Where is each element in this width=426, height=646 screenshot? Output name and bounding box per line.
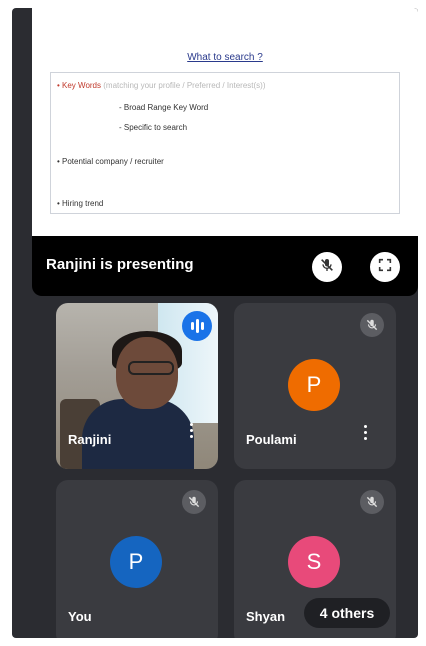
mute-presenter-button[interactable] [312, 252, 342, 282]
participant-tile-you[interactable]: P You [56, 480, 218, 638]
slide-bullet-company: • Potential company / recruiter [57, 157, 164, 166]
participant-name: Poulami [246, 432, 297, 447]
participant-tile-ranjini[interactable]: Ranjini [56, 303, 218, 469]
slide-bullet-hiring: • Hiring trend [57, 199, 104, 208]
participant-tile-poulami[interactable]: P Poulami [234, 303, 396, 469]
avatar: P [110, 536, 162, 588]
others-chip[interactable]: 4 others [304, 598, 390, 628]
mic-off-icon [319, 257, 335, 278]
slide-subbullet-specific: - Specific to search [119, 123, 188, 132]
participant-name: You [68, 609, 92, 624]
video-glasses [128, 361, 174, 375]
participant-name: Shyan [246, 609, 286, 624]
fullscreen-button[interactable] [370, 252, 400, 282]
slide-content-box: • Key Words (matching your profile / Pre… [50, 72, 400, 214]
more-options-icon[interactable] [362, 425, 368, 440]
more-options-icon[interactable] [188, 423, 194, 438]
avatar: P [288, 359, 340, 411]
slide-bullet-keywords: • Key Words (matching your profile / Pre… [57, 81, 266, 90]
participant-name: Ranjini [68, 432, 112, 447]
slide-subbullet-broad: - Broad Range Key Word [119, 103, 209, 112]
slide-title: What to search ? [187, 52, 263, 63]
avatar: S [288, 536, 340, 588]
speaking-indicator-icon [182, 311, 212, 341]
mic-off-icon [360, 313, 384, 337]
fullscreen-icon [377, 257, 393, 278]
presenting-bar: Ranjini is presenting [32, 236, 418, 296]
mic-off-icon [182, 490, 206, 514]
mic-off-icon [360, 490, 384, 514]
shared-slide: What to search ? • Key Words (matching y… [32, 8, 418, 236]
meet-screen: What to search ? • Key Words (matching y… [12, 8, 418, 638]
presentation-card[interactable]: What to search ? • Key Words (matching y… [32, 8, 418, 296]
presenting-status: Ranjini is presenting [46, 256, 194, 273]
